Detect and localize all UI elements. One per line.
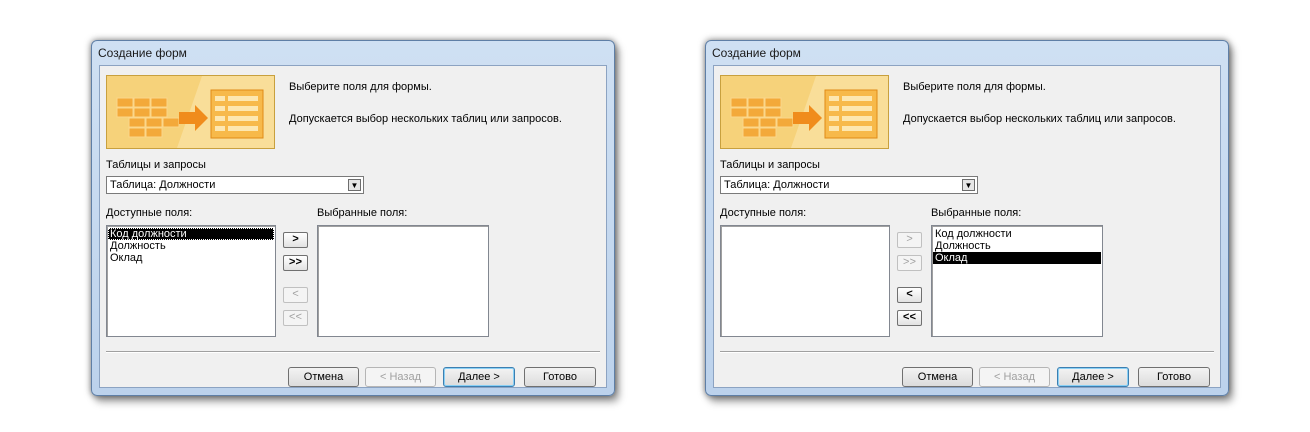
- list-item[interactable]: Код должности: [933, 228, 1101, 240]
- cancel-button[interactable]: Отмена: [288, 367, 359, 387]
- selected-fields-list[interactable]: [317, 225, 489, 337]
- chevron-down-icon[interactable]: ▼: [348, 179, 361, 191]
- intro-text-1: Выберите поля для формы.: [903, 81, 1046, 93]
- add-all-fields-button[interactable]: >>: [897, 255, 922, 271]
- list-item[interactable]: Должность: [933, 240, 1101, 252]
- list-item[interactable]: Код должности: [108, 228, 274, 240]
- tables-queries-combo[interactable]: Таблица: Должности ▼: [720, 176, 978, 194]
- tables-queries-label: Таблицы и запросы: [720, 159, 820, 171]
- list-item[interactable]: Оклад: [933, 252, 1101, 264]
- selected-fields-label: Выбранные поля:: [931, 207, 1022, 219]
- dialog-client-area: Выберите поля для формы. Допускается выб…: [99, 65, 607, 388]
- intro-text-2: Допускается выбор нескольких таблиц или …: [289, 113, 562, 125]
- cancel-button[interactable]: Отмена: [902, 367, 973, 387]
- finish-button[interactable]: Готово: [1138, 367, 1210, 387]
- combo-value: Таблица: Должности: [110, 179, 216, 191]
- divider: [720, 351, 1214, 353]
- intro-text-1: Выберите поля для формы.: [289, 81, 432, 93]
- dialog-title: Создание форм: [98, 46, 187, 60]
- chevron-down-icon[interactable]: ▼: [962, 179, 975, 191]
- add-field-button[interactable]: >: [897, 232, 922, 248]
- divider: [106, 351, 600, 353]
- tables-queries-combo[interactable]: Таблица: Должности ▼: [106, 176, 364, 194]
- remove-all-fields-button[interactable]: <<: [283, 310, 308, 326]
- available-fields-list[interactable]: Код должности Должность Оклад: [106, 225, 276, 337]
- form-wizard-dialog-step1: Создание форм Выберите поля для формы. Д…: [91, 40, 615, 396]
- available-fields-label: Доступные поля:: [106, 207, 193, 219]
- dialog-client-area: Выберите поля для формы. Допускается выб…: [713, 65, 1221, 388]
- back-button[interactable]: < Назад: [365, 367, 436, 387]
- form-wizard-dialog-step2: Создание форм Выберите поля для формы. Д…: [705, 40, 1229, 396]
- selected-fields-list[interactable]: Код должности Должность Оклад: [931, 225, 1103, 337]
- tables-queries-label: Таблицы и запросы: [106, 159, 206, 171]
- combo-value: Таблица: Должности: [724, 179, 830, 191]
- wizard-illustration: [720, 75, 889, 149]
- list-item[interactable]: Должность: [108, 240, 274, 252]
- add-field-button[interactable]: >: [283, 232, 308, 248]
- remove-all-fields-button[interactable]: <<: [897, 310, 922, 326]
- back-button[interactable]: < Назад: [979, 367, 1050, 387]
- add-all-fields-button[interactable]: >>: [283, 255, 308, 271]
- list-item[interactable]: Оклад: [108, 252, 274, 264]
- next-button[interactable]: Далее >: [1057, 367, 1129, 387]
- intro-text-2: Допускается выбор нескольких таблиц или …: [903, 113, 1176, 125]
- remove-field-button[interactable]: <: [897, 287, 922, 303]
- next-button[interactable]: Далее >: [443, 367, 515, 387]
- finish-button[interactable]: Готово: [524, 367, 596, 387]
- selected-fields-label: Выбранные поля:: [317, 207, 408, 219]
- remove-field-button[interactable]: <: [283, 287, 308, 303]
- available-fields-label: Доступные поля:: [720, 207, 807, 219]
- wizard-illustration: [106, 75, 275, 149]
- dialog-title: Создание форм: [712, 46, 801, 60]
- available-fields-list[interactable]: [720, 225, 890, 337]
